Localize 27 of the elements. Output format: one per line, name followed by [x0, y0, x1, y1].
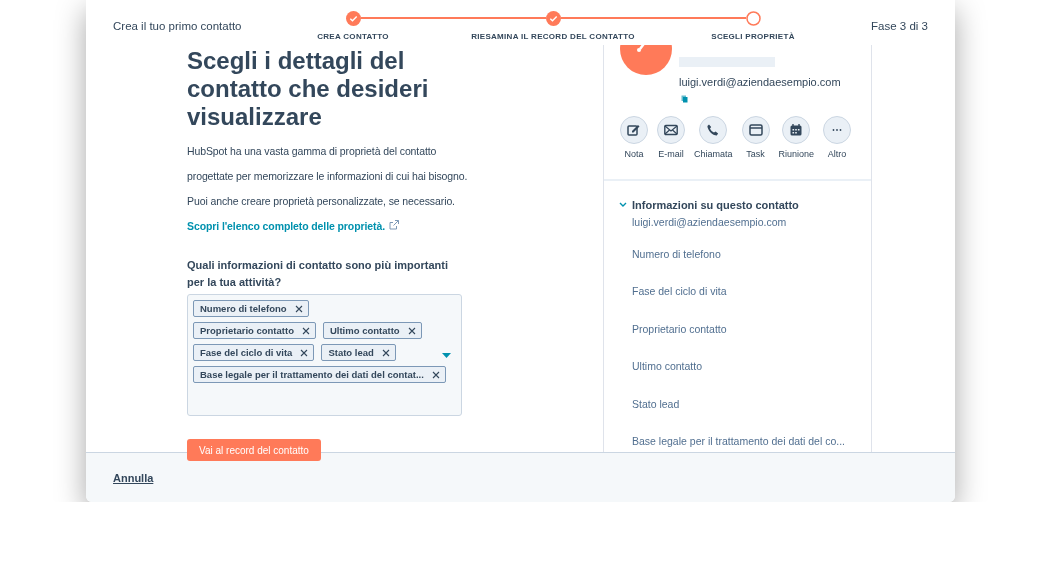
property-label: Fase del ciclo di vita — [632, 284, 728, 298]
property-label: Ultimo contatto — [632, 359, 704, 373]
step-counter: Fase 3 di 3 — [870, 20, 928, 32]
cancel-link[interactable]: Annulla — [113, 471, 154, 484]
step-label: SCEGLI PROPRIETÀ — [711, 32, 795, 41]
property-tag[interactable]: Numero di telefono — [193, 300, 309, 317]
step-label: CREA CONTATTO — [317, 32, 389, 41]
property-label: Base legale per il trattamento dei dati del co... — [632, 434, 847, 448]
property-label: Stato lead — [632, 396, 681, 411]
step-label: RIESAMINA IL RECORD DEL CONTATTO — [471, 32, 635, 41]
section-toggle[interactable]: Informazioni su questo contatto — [604, 181, 871, 211]
property-label: luigi.verdi@aziendaesempio.com — [632, 215, 788, 229]
call-action-button[interactable]: Chiamata — [694, 116, 733, 159]
question-label: Quali informazioni di contatto sono più importanti per la tua attività? — [187, 258, 449, 290]
description-paragraph: HubSpot ha una vasta gamma di proprietà del contatto progettate per memorizzare le informazioni di cui hai bisogno. Puoi anche creare proprietà personalizzate, se necessario. Scopri l'elenco completo delle proprietà. — [187, 144, 469, 234]
contact-email: luigi.verdi@aziendaesempio.com — [679, 76, 841, 88]
wizard-title: Crea il tuo primo contatto — [113, 20, 243, 32]
property-label: Numero di telefono — [632, 246, 722, 261]
property-tag[interactable]: Fase del ciclo di vita — [193, 344, 315, 361]
property-tag[interactable]: Proprietario contatto — [193, 322, 316, 339]
property-tag[interactable]: Ultimo contatto — [322, 322, 422, 339]
property-tag[interactable]: Base legale per il trattamento dei dati del contat... — [193, 366, 446, 383]
multi-select-field[interactable]: Numero di telefono Proprietario contatto Ultimo contatto Fase del ciclo di vita Stato lead Base legale per il trattamento dei dati del contat... — [187, 294, 462, 416]
properties-link[interactable]: Scopri l'elenco completo delle proprietà. — [187, 220, 385, 232]
property-tag[interactable]: Stato lead — [321, 344, 396, 361]
page-heading: Scegli i dettagli del contatto che desideri visualizzare — [187, 47, 430, 131]
property-label: Proprietario contatto — [632, 321, 728, 336]
